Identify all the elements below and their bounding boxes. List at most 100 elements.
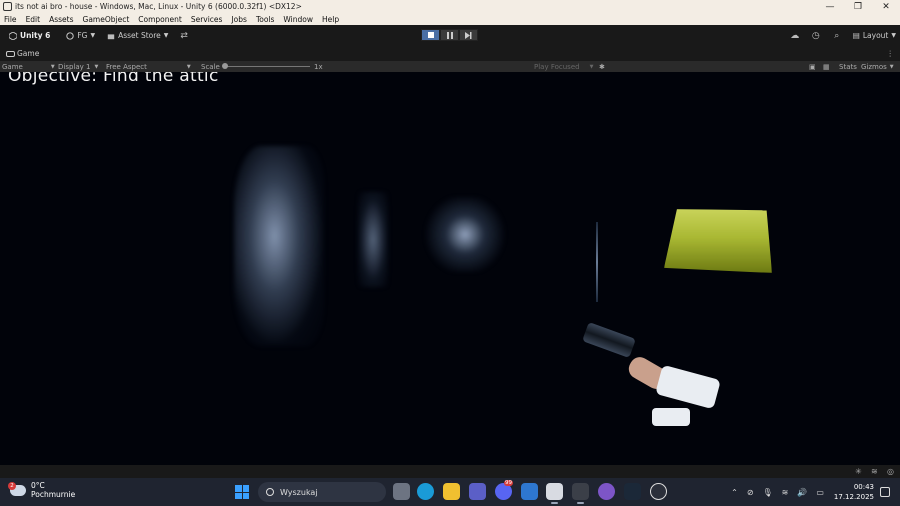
step-icon <box>465 31 472 39</box>
gamepad-icon <box>6 50 15 57</box>
account-label: FG <box>77 31 88 40</box>
network-off-icon[interactable]: ⊘ <box>747 488 754 497</box>
discord-icon[interactable]: 99 <box>495 480 513 500</box>
lit-wall-middle <box>358 192 388 287</box>
asset-store-dropdown[interactable]: Asset Store ▼ <box>104 28 171 43</box>
photos-icon[interactable] <box>521 483 538 500</box>
wifi-icon[interactable]: ≋ <box>782 488 789 497</box>
taskbar-search[interactable]: Wyszukaj <box>258 482 386 502</box>
system-tray: ⌃ ⊘ 🎙 ≋ 🔊 ▭ 00:43 17.12.2025 <box>722 478 890 506</box>
tab-row: Game ⋮ <box>0 46 900 61</box>
gizmos-label: Gizmos <box>861 62 887 71</box>
history-icon[interactable]: ◷ <box>808 29 824 43</box>
pole <box>596 222 598 302</box>
weather-widget[interactable]: 2 0°C Pochmurnie <box>8 481 76 499</box>
account-dropdown[interactable]: FG ▼ <box>63 28 98 43</box>
scale-slider-track[interactable] <box>224 66 310 67</box>
pause-button[interactable] <box>440 29 459 41</box>
microphone-icon[interactable]: 🎙 <box>763 488 773 497</box>
weather-temp: 0°C <box>31 481 45 490</box>
audio-mute-icon[interactable]: ▣ <box>809 61 816 72</box>
weather-desc: Pochmurnie <box>31 490 76 499</box>
gizmos-dropdown[interactable]: Gizmos ▼ <box>861 61 894 72</box>
windows-start-icon[interactable] <box>235 485 249 499</box>
file-explorer-icon[interactable] <box>443 483 460 500</box>
search-icon[interactable]: ⌕ <box>829 29 845 43</box>
menu-window[interactable]: Window <box>279 15 318 24</box>
close-button[interactable]: ✕ <box>872 0 900 13</box>
menu-assets[interactable]: Assets <box>45 15 78 24</box>
menu-component[interactable]: Component <box>134 15 187 24</box>
chevron-down-icon: ▼ <box>50 63 55 70</box>
stats-button[interactable]: Stats <box>839 61 857 72</box>
view-mode-dropdown[interactable]: Game ▼ <box>2 61 55 72</box>
menu-edit[interactable]: Edit <box>22 15 46 24</box>
aspect-label: Free Aspect <box>106 62 147 71</box>
flashlight-spot <box>425 197 505 272</box>
menu-jobs[interactable]: Jobs <box>227 15 251 24</box>
windows-taskbar: 2 0°C Pochmurnie Wyszukaj 99 ⌃ ⊘ 🎙 ≋ 🔊 ▭… <box>0 478 900 506</box>
clock-time: 00:43 <box>853 483 874 491</box>
bug-icon[interactable]: ✱ <box>599 61 605 72</box>
step-button[interactable] <box>459 29 478 41</box>
display-dropdown[interactable]: Display 1 ▼ <box>58 61 98 72</box>
unity-account-button[interactable]: Unity 6 <box>6 28 53 43</box>
view-mode-label: Game <box>2 62 23 71</box>
weather-cloud-icon: 2 <box>8 481 26 496</box>
minimize-button[interactable]: — <box>816 0 844 13</box>
menu-services[interactable]: Services <box>187 15 228 24</box>
scale-value: 1x <box>314 62 323 71</box>
unity-label: Unity 6 <box>20 31 51 40</box>
edge-icon[interactable] <box>417 483 434 500</box>
battery-icon[interactable]: ▭ <box>816 488 824 497</box>
scale-slider-handle[interactable] <box>222 63 228 69</box>
menu-gameobject[interactable]: GameObject <box>79 15 135 24</box>
volume-icon[interactable]: 🔊 <box>797 488 807 497</box>
search-icon <box>266 488 274 496</box>
tab-game-label: Game <box>17 49 40 58</box>
taskbar-clock[interactable]: 00:43 17.12.2025 <box>834 482 874 502</box>
auto-generate-lighting-icon[interactable]: ✳ <box>855 467 864 476</box>
chevron-down-icon: ▼ <box>163 32 169 39</box>
more-options-icon[interactable]: ⋮ <box>887 49 895 58</box>
player-hand <box>625 344 723 426</box>
asset-store-label: Asset Store <box>118 31 161 40</box>
play-mode-dropdown[interactable]: Play Focused ▼ <box>534 61 593 72</box>
chevron-down-icon: ▼ <box>589 63 594 70</box>
chevron-down-icon: ▼ <box>889 63 894 70</box>
progress-check-icon[interactable]: ◎ <box>887 467 896 476</box>
task-view-icon[interactable] <box>393 483 410 500</box>
tab-game[interactable]: Game <box>0 46 45 61</box>
game-viewport[interactable]: Objective: Find the attic <box>0 72 900 465</box>
play-button[interactable] <box>421 29 440 41</box>
weather-badge: 2 <box>8 481 16 490</box>
chevron-down-icon: ▼ <box>186 63 191 70</box>
menu-help[interactable]: Help <box>318 15 344 24</box>
notification-icon[interactable] <box>880 487 890 497</box>
unity-hub-icon[interactable] <box>546 483 563 504</box>
teams-icon[interactable] <box>469 483 486 500</box>
cloud-icon[interactable]: ☁ <box>787 29 803 43</box>
status-icons: ✳ ≋ ◎ <box>848 467 896 476</box>
pause-icon <box>446 31 453 39</box>
menu-file[interactable]: File <box>0 15 22 24</box>
aspect-dropdown[interactable]: Free Aspect ▼ <box>106 61 191 72</box>
version-control-button[interactable]: ⇄ <box>177 28 191 43</box>
chevron-down-icon: ▼ <box>891 32 896 39</box>
window-title: its not ai bro - house - Windows, Mac, L… <box>15 2 302 11</box>
editor-status-bar: ✳ ≋ ◎ <box>0 465 900 478</box>
search-placeholder: Wyszukaj <box>280 487 318 497</box>
resolution-icon[interactable]: ▦ <box>823 61 830 72</box>
menu-tools[interactable]: Tools <box>252 15 279 24</box>
chevron-up-icon[interactable]: ⌃ <box>731 488 738 497</box>
play-mode-label: Play Focused <box>534 62 580 71</box>
account-icon <box>66 31 74 40</box>
layout-dropdown[interactable]: ▤ Layout ▼ <box>853 31 896 40</box>
maximize-button[interactable]: ❐ <box>844 0 872 13</box>
cache-server-icon[interactable]: ≋ <box>871 467 880 476</box>
clock-app-icon[interactable] <box>650 483 667 500</box>
unity-editor-icon[interactable] <box>572 483 589 504</box>
toolbar-right: ☁ ◷ ⌕ ▤ Layout ▼ <box>782 25 896 46</box>
media-player-icon[interactable] <box>598 483 615 500</box>
steam-icon[interactable] <box>624 483 641 500</box>
